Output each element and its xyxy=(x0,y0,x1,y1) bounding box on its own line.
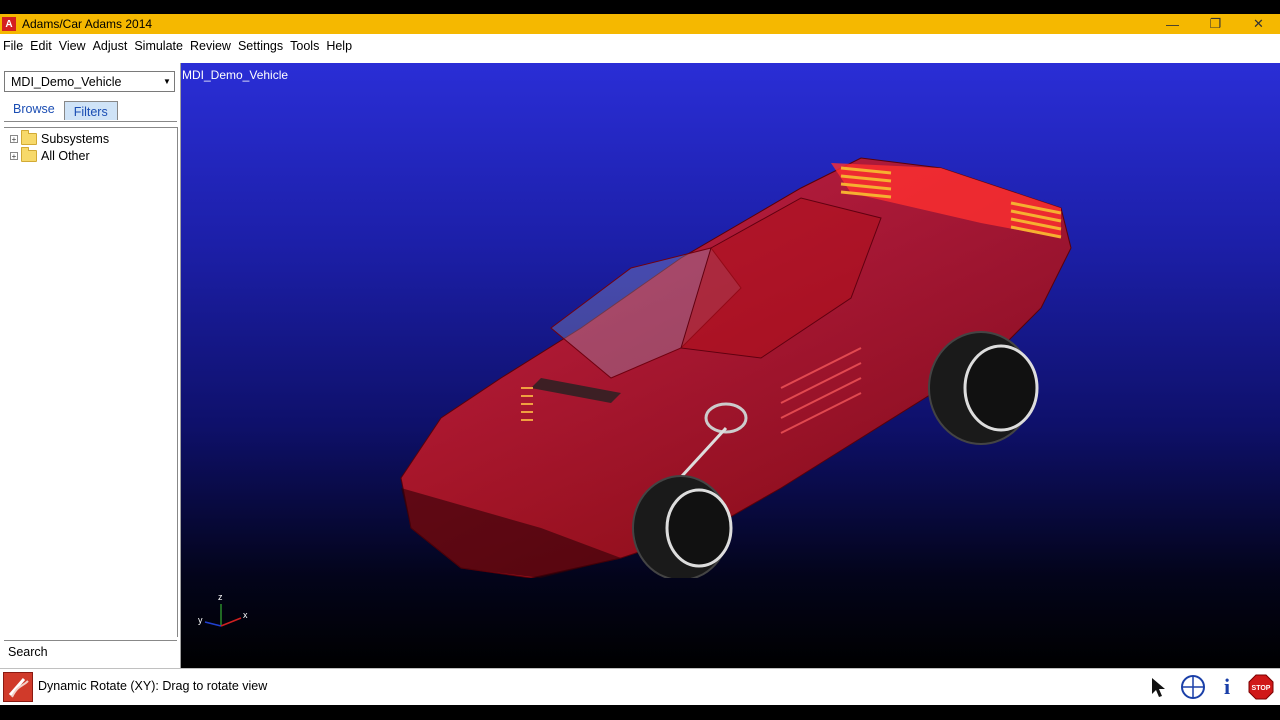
status-bar: Dynamic Rotate (XY): Drag to rotate view… xyxy=(0,668,1280,705)
model-selector-dropdown[interactable]: MDI_Demo_Vehicle ▼ xyxy=(4,71,175,92)
folder-icon xyxy=(21,129,37,145)
letterbox-bottom xyxy=(0,705,1280,720)
folder-icon xyxy=(21,146,37,162)
menu-simulate[interactable]: Simulate xyxy=(131,39,187,53)
restore-button[interactable]: ❐ xyxy=(1194,14,1237,34)
graphics-viewport[interactable]: MDI_Demo_Vehicle z x y xyxy=(181,63,1280,668)
triad-z-label: z xyxy=(218,592,223,602)
window-title: Adams/Car Adams 2014 xyxy=(22,17,153,31)
expand-icon[interactable]: + xyxy=(10,134,18,143)
app-icon[interactable]: A xyxy=(2,17,16,31)
menu-settings[interactable]: Settings xyxy=(235,39,287,53)
menu-bar: File Edit View Adjust Simulate Review Se… xyxy=(0,34,1280,58)
chevron-down-icon[interactable]: ▼ xyxy=(160,72,174,91)
model-selector-value: MDI_Demo_Vehicle xyxy=(11,74,122,89)
menu-edit[interactable]: Edit xyxy=(27,39,56,53)
menu-file[interactable]: File xyxy=(0,39,27,53)
expand-icon[interactable]: + xyxy=(10,151,18,160)
coordinate-triad: z x y xyxy=(198,592,248,627)
letterbox-top xyxy=(0,0,1280,14)
tab-browse[interactable]: Browse xyxy=(4,99,64,121)
menu-review[interactable]: Review xyxy=(187,39,235,53)
triad-x-label: x xyxy=(243,610,248,620)
menu-help[interactable]: Help xyxy=(323,39,356,53)
tree-item-subsystems[interactable]: + Subsystems xyxy=(4,129,177,147)
tree-item-label: Subsystems xyxy=(41,131,110,146)
title-bar: A Adams/Car Adams 2014 — ❐ ✕ xyxy=(0,14,1280,34)
rear-wheel xyxy=(928,331,1039,445)
window-controls: — ❐ ✕ xyxy=(1151,14,1280,34)
model-browser-panel: MDI_Demo_Vehicle ▼ Browse Filters + Subs… xyxy=(0,63,181,668)
stop-icon[interactable]: STOP xyxy=(1246,672,1276,702)
tree-item-label: All Other xyxy=(41,148,90,163)
stop-label: STOP xyxy=(1252,685,1271,692)
tab-filters[interactable]: Filters xyxy=(63,101,118,120)
viewport-model-title: MDI_Demo_Vehicle xyxy=(182,68,289,82)
menu-tools[interactable]: Tools xyxy=(287,39,323,53)
tree-item-all-other[interactable]: + All Other xyxy=(4,146,177,164)
menu-adjust[interactable]: Adjust xyxy=(90,39,132,53)
triad-y-label: y xyxy=(198,615,203,625)
menu-view[interactable]: View xyxy=(56,39,90,53)
info-icon[interactable]: i xyxy=(1212,672,1242,702)
info-label: i xyxy=(1223,674,1231,699)
status-tools: i STOP xyxy=(1140,672,1276,702)
browser-tabs: Browse Filters xyxy=(4,99,177,122)
status-message: Dynamic Rotate (XY): Drag to rotate view xyxy=(38,679,268,693)
browser-tree: + Subsystems + All Other xyxy=(4,127,178,637)
search-field[interactable]: Search xyxy=(4,640,177,662)
compass-icon[interactable] xyxy=(1178,672,1208,702)
dynamic-rotate-icon[interactable] xyxy=(3,672,33,702)
minimize-button[interactable]: — xyxy=(1151,14,1194,34)
front-wheel xyxy=(632,475,733,578)
search-label: Search xyxy=(8,644,48,659)
select-arrow-icon[interactable] xyxy=(1144,672,1174,702)
vehicle-model-render[interactable] xyxy=(381,148,1081,578)
close-button[interactable]: ✕ xyxy=(1237,14,1280,34)
